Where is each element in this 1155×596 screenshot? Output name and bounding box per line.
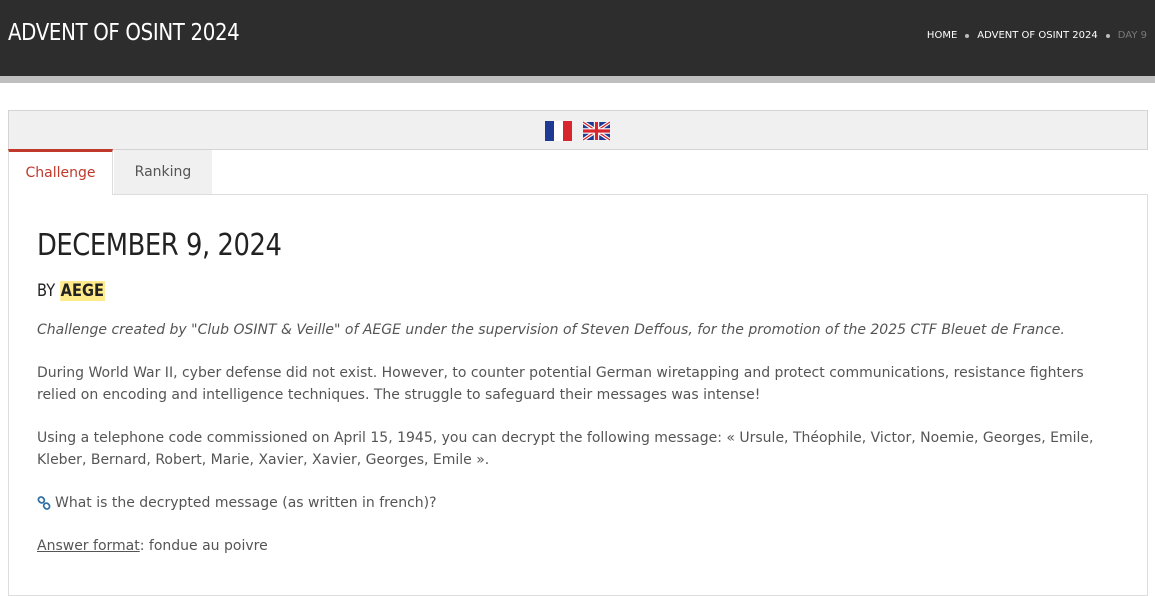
tab-ranking[interactable]: Ranking <box>114 150 212 194</box>
breadcrumb-advent[interactable]: ADVENT OF OSINT 2024 <box>977 30 1097 41</box>
breadcrumb-separator <box>1105 33 1110 38</box>
answer-format-value: : fondue au poivre <box>139 538 268 554</box>
breadcrumb-current: DAY 9 <box>1117 30 1147 41</box>
uk-flag-icon[interactable] <box>583 121 610 141</box>
author-name[interactable]: AEGE <box>59 281 105 301</box>
byline-prefix: BY <box>37 281 56 301</box>
answer-format: Answer format: fondue au poivre <box>37 535 1127 557</box>
tab-challenge[interactable]: Challenge <box>8 149 113 195</box>
challenge-date: DECEMBER 9, 2024 <box>37 228 282 263</box>
challenge-paragraph-message: Using a telephone code commissioned on A… <box>37 430 1094 468</box>
fr-flag-icon[interactable] <box>545 121 572 141</box>
breadcrumb: HOME ADVENT OF OSINT 2024 DAY 9 <box>927 30 1147 41</box>
site-header: ADVENT OF OSINT 2024 HOME ADVENT OF OSIN… <box>0 0 1155 76</box>
challenge-intro: Challenge created by "Club OSINT & Veill… <box>37 322 1065 338</box>
challenge-question: What is the decrypted message (as writte… <box>37 492 1127 514</box>
breadcrumb-home[interactable]: HOME <box>927 30 957 41</box>
site-title[interactable]: ADVENT OF OSINT 2024 <box>8 20 240 46</box>
header-stripe <box>0 76 1155 83</box>
challenge-content: DECEMBER 9, 2024 BY AEGE Challenge creat… <box>37 228 1127 557</box>
challenge-paragraph-context: During World War II, cyber defense did n… <box>37 365 1084 403</box>
breadcrumb-separator <box>965 33 970 38</box>
answer-format-label: Answer format <box>37 538 140 554</box>
link-icon <box>37 496 51 510</box>
byline: BY AEGE <box>37 281 974 301</box>
question-text: What is the decrypted message (as writte… <box>55 495 437 511</box>
language-bar <box>8 110 1148 150</box>
